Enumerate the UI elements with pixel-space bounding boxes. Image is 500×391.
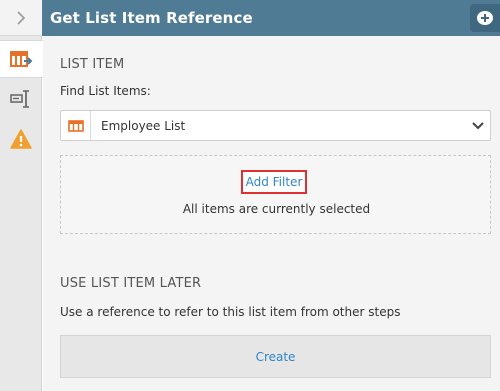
add-button[interactable] (470, 4, 500, 32)
panel-title: Get List Item Reference (50, 9, 253, 27)
use-later-section-title: USE LIST ITEM LATER (60, 276, 202, 291)
filter-area: Add Filter All items are currently selec… (60, 155, 491, 234)
left-rail (0, 0, 43, 391)
create-button[interactable]: Create (60, 335, 491, 378)
warning-icon (10, 129, 32, 149)
list-icon-box (61, 111, 91, 140)
selected-list-value: Employee List (101, 118, 186, 133)
plus-circle-icon (477, 11, 493, 25)
rail-item-list-item-reference[interactable] (0, 40, 43, 78)
panel-header: Get List Item Reference (42, 0, 500, 36)
find-list-items-label: Find List Items: (60, 84, 151, 98)
list-select[interactable]: Employee List (60, 110, 491, 141)
list-item-reference-icon (9, 51, 32, 67)
add-filter-link[interactable]: Add Filter (241, 170, 307, 194)
rail-item-warnings[interactable] (0, 120, 42, 158)
dropdown-toggle[interactable] (466, 111, 490, 140)
use-later-description: Use a reference to refer to this list it… (60, 305, 401, 319)
chevron-down-icon (472, 121, 484, 129)
config-panel: LIST ITEM Find List Items: Employee List… (43, 36, 500, 391)
collapse-toggle[interactable] (0, 0, 42, 36)
text-field-icon (10, 90, 29, 108)
filter-status-text: All items are currently selected (182, 202, 371, 216)
list-icon (67, 119, 84, 132)
list-item-section-title: LIST ITEM (60, 57, 125, 72)
chevron-right-icon (17, 10, 26, 25)
rail-item-text-field[interactable] (0, 80, 42, 118)
